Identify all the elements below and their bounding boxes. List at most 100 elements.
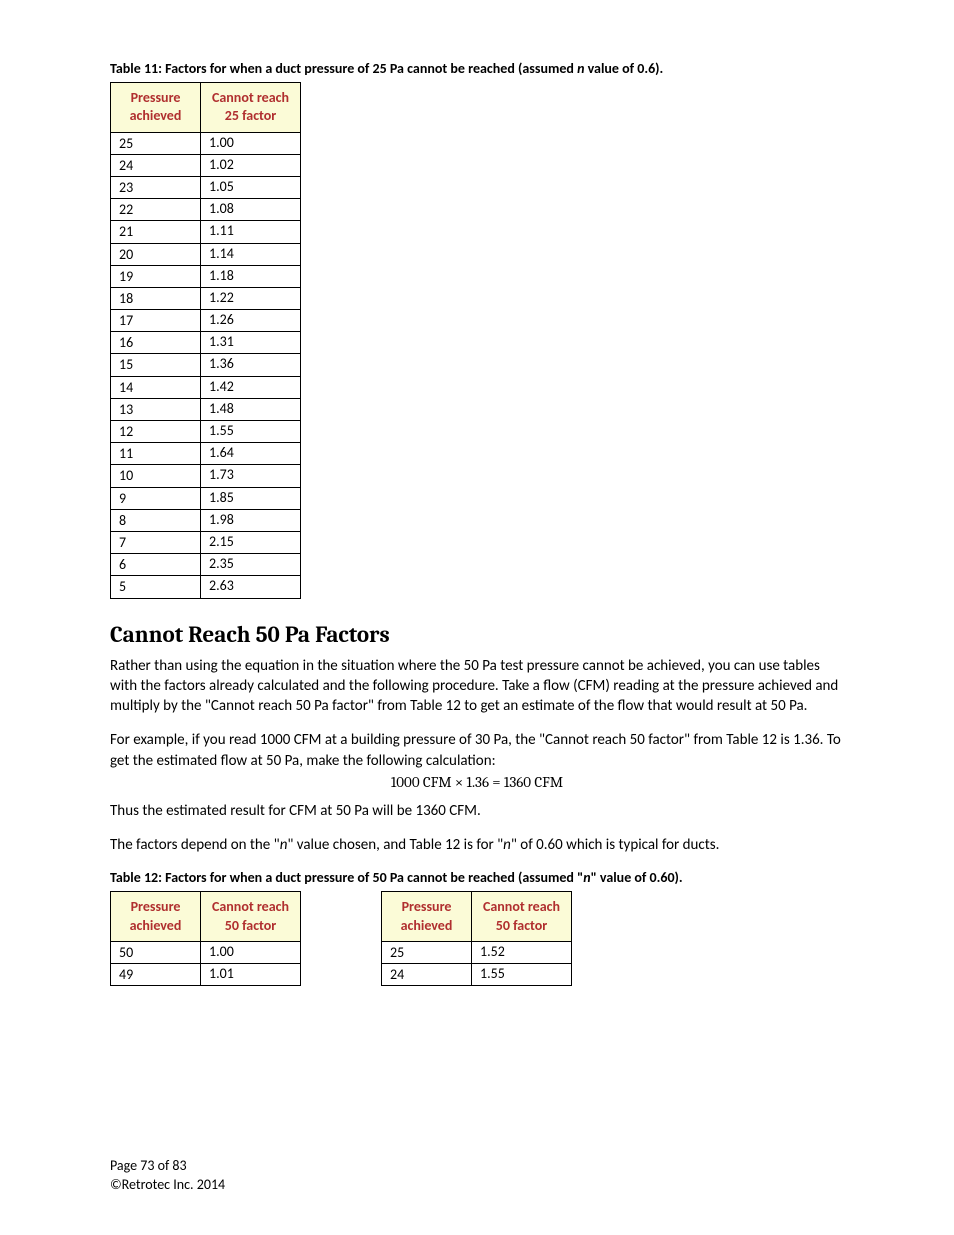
table-row: 231.05 bbox=[111, 176, 301, 198]
cell-factor: 1.55 bbox=[472, 964, 572, 986]
table-row: 181.22 bbox=[111, 287, 301, 309]
cell-pressure: 22 bbox=[111, 199, 201, 221]
table12-right: Pressure achieved Cannot reach 50 factor… bbox=[381, 891, 572, 986]
cell-pressure: 10 bbox=[111, 465, 201, 487]
table-row: 251.00 bbox=[111, 132, 301, 154]
table-row: 72.15 bbox=[111, 531, 301, 553]
cell-factor: 1.31 bbox=[201, 332, 301, 354]
cell-pressure: 50 bbox=[111, 941, 201, 963]
paragraph-4-a: The factors depend on the " bbox=[110, 836, 280, 854]
table-row: 111.64 bbox=[111, 443, 301, 465]
table11-header-pressure: Pressure achieved bbox=[111, 83, 201, 132]
cell-factor: 1.98 bbox=[201, 509, 301, 531]
table11-header-factor: Cannot reach 25 factor bbox=[201, 83, 301, 132]
table-row: 101.73 bbox=[111, 465, 301, 487]
cell-pressure: 14 bbox=[111, 376, 201, 398]
cell-pressure: 18 bbox=[111, 287, 201, 309]
table-row: 241.02 bbox=[111, 154, 301, 176]
table11: Pressure achieved Cannot reach 25 factor… bbox=[110, 82, 301, 598]
footer-copyright: ©Retrotec Inc. 2014 bbox=[110, 1176, 225, 1195]
cell-pressure: 24 bbox=[382, 964, 472, 986]
table-row: 201.14 bbox=[111, 243, 301, 265]
cell-pressure: 8 bbox=[111, 509, 201, 531]
cell-factor: 1.11 bbox=[201, 221, 301, 243]
table12-right-header-factor: Cannot reach 50 factor bbox=[472, 892, 572, 941]
table-row: 52.63 bbox=[111, 576, 301, 598]
cell-pressure: 24 bbox=[111, 154, 201, 176]
cell-factor: 1.22 bbox=[201, 287, 301, 309]
table12-left: Pressure achieved Cannot reach 50 factor… bbox=[110, 891, 301, 986]
cell-factor: 2.63 bbox=[201, 576, 301, 598]
cell-pressure: 15 bbox=[111, 354, 201, 376]
table12-caption: Table 12: Factors for when a duct pressu… bbox=[110, 869, 844, 887]
table12-left-header-pressure: Pressure achieved bbox=[111, 892, 201, 941]
table11-caption: Table 11: Factors for when a duct pressu… bbox=[110, 60, 844, 78]
paragraph-4-n2: n bbox=[503, 836, 511, 854]
cell-pressure: 20 bbox=[111, 243, 201, 265]
table-row: 211.11 bbox=[111, 221, 301, 243]
cell-factor: 1.26 bbox=[201, 310, 301, 332]
cell-factor: 1.52 bbox=[472, 941, 572, 963]
table-row: 91.85 bbox=[111, 487, 301, 509]
cell-pressure: 11 bbox=[111, 443, 201, 465]
paragraph-3: Thus the estimated result for CFM at 50 … bbox=[110, 801, 844, 821]
table12-right-header-pressure: Pressure achieved bbox=[382, 892, 472, 941]
table-row: 121.55 bbox=[111, 421, 301, 443]
table12-left-header-factor: Cannot reach 50 factor bbox=[201, 892, 301, 941]
table-row: 161.31 bbox=[111, 332, 301, 354]
cell-factor: 1.02 bbox=[201, 154, 301, 176]
cell-pressure: 9 bbox=[111, 487, 201, 509]
cell-factor: 1.01 bbox=[201, 964, 301, 986]
cell-factor: 1.05 bbox=[201, 176, 301, 198]
cell-pressure: 7 bbox=[111, 531, 201, 553]
cell-factor: 1.55 bbox=[201, 421, 301, 443]
cell-factor: 1.64 bbox=[201, 443, 301, 465]
table-row: 241.55 bbox=[382, 964, 572, 986]
cell-pressure: 25 bbox=[111, 132, 201, 154]
cell-pressure: 12 bbox=[111, 421, 201, 443]
table12-caption-part2: " value of 0.60). bbox=[591, 869, 683, 886]
table-row: 131.48 bbox=[111, 398, 301, 420]
cell-factor: 1.42 bbox=[201, 376, 301, 398]
cell-pressure: 6 bbox=[111, 554, 201, 576]
paragraph-1: Rather than using the equation in the si… bbox=[110, 656, 844, 717]
cell-pressure: 25 bbox=[382, 941, 472, 963]
table12-caption-n: n bbox=[583, 869, 590, 886]
cell-pressure: 19 bbox=[111, 265, 201, 287]
cell-factor: 1.73 bbox=[201, 465, 301, 487]
cell-pressure: 21 bbox=[111, 221, 201, 243]
table-row: 151.36 bbox=[111, 354, 301, 376]
paragraph-4-b: " value chosen, and Table 12 is for " bbox=[287, 836, 503, 854]
table-row: 191.18 bbox=[111, 265, 301, 287]
paragraph-4-c: " of 0.60 which is typical for ducts. bbox=[511, 836, 720, 854]
cell-factor: 1.14 bbox=[201, 243, 301, 265]
table11-caption-part2: value of 0.6). bbox=[584, 60, 663, 77]
table-row: 62.35 bbox=[111, 554, 301, 576]
table12-caption-part1: Table 12: Factors for when a duct pressu… bbox=[110, 869, 583, 886]
footer-page-number: Page 73 of 83 bbox=[110, 1157, 225, 1176]
table11-caption-part1: Table 11: Factors for when a duct pressu… bbox=[110, 60, 577, 77]
cell-factor: 1.08 bbox=[201, 199, 301, 221]
cell-factor: 1.18 bbox=[201, 265, 301, 287]
cell-factor: 1.00 bbox=[201, 941, 301, 963]
table-row: 491.01 bbox=[111, 964, 301, 986]
table-row: 251.52 bbox=[382, 941, 572, 963]
paragraph-4: The factors depend on the " n" value chos… bbox=[110, 835, 844, 855]
cell-pressure: 17 bbox=[111, 310, 201, 332]
table-row: 141.42 bbox=[111, 376, 301, 398]
cell-pressure: 16 bbox=[111, 332, 201, 354]
table-row: 171.26 bbox=[111, 310, 301, 332]
cell-pressure: 49 bbox=[111, 964, 201, 986]
section-heading: Cannot Reach 50 Pa Factors bbox=[110, 621, 844, 648]
equation: 1000 CFM × 1.36 = 1360 CFM bbox=[110, 773, 844, 791]
page-footer: Page 73 of 83 ©Retrotec Inc. 2014 bbox=[110, 1157, 225, 1195]
table-row: 501.00 bbox=[111, 941, 301, 963]
cell-pressure: 13 bbox=[111, 398, 201, 420]
table-row: 221.08 bbox=[111, 199, 301, 221]
cell-pressure: 5 bbox=[111, 576, 201, 598]
cell-factor: 2.15 bbox=[201, 531, 301, 553]
cell-factor: 1.36 bbox=[201, 354, 301, 376]
paragraph-2: For example, if you read 1000 CFM at a b… bbox=[110, 730, 844, 771]
cell-factor: 1.00 bbox=[201, 132, 301, 154]
cell-factor: 2.35 bbox=[201, 554, 301, 576]
